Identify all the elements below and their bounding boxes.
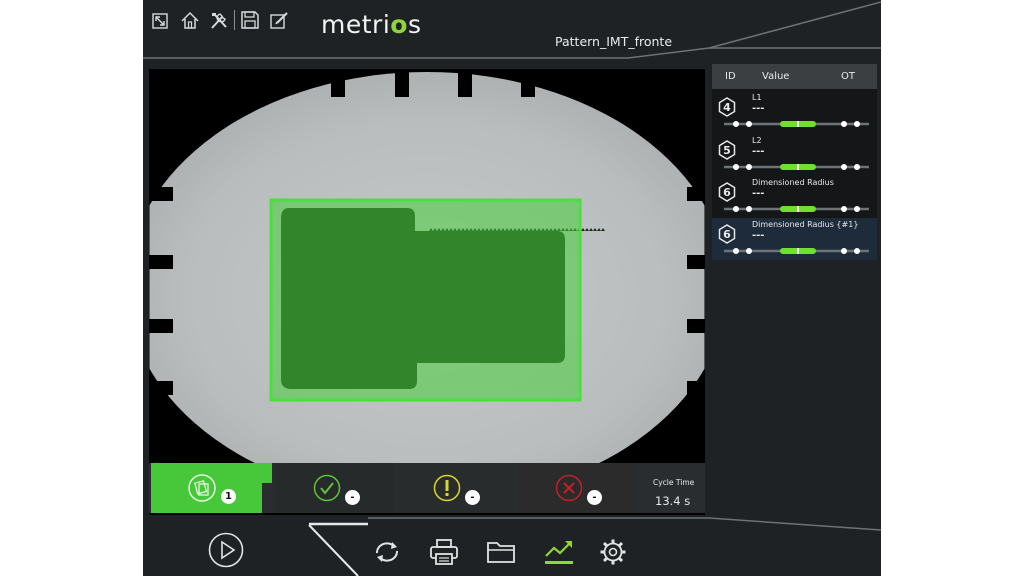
camera-view[interactable] — [149, 69, 705, 515]
measurement-name: Dimensioned Radius — [752, 178, 834, 187]
metrios-logo: metrios — [321, 10, 422, 39]
trend-icon — [545, 541, 573, 564]
id-hexagon-icon: 4 — [718, 97, 736, 117]
measurement-row-selected[interactable]: 6 Dimensioned Radius {#1} --- — [712, 218, 877, 260]
measurement-id: 4 — [723, 101, 731, 114]
measurement-value: --- — [752, 188, 765, 199]
cycle-time-value: 13.4 s — [655, 494, 691, 508]
measurement-id: 5 — [723, 144, 731, 157]
home-button[interactable] — [180, 11, 200, 30]
measurement-value: --- — [752, 146, 765, 157]
warning-icon — [433, 474, 461, 502]
save-button[interactable] — [240, 10, 260, 30]
fail-x-icon — [555, 474, 583, 502]
settings-button[interactable] — [599, 538, 627, 570]
cycle-icon — [376, 542, 398, 562]
measurement-value: --- — [752, 103, 765, 114]
tolerance-bar — [724, 248, 869, 254]
measurement-row[interactable]: 5 L2 --- — [712, 134, 877, 176]
cycle-mode-button[interactable] — [373, 539, 401, 569]
id-hexagon-icon: 6 — [718, 182, 736, 202]
tools-icon — [211, 13, 227, 29]
measurement-row[interactable]: 4 L1 --- — [712, 91, 877, 133]
status-bar: 1 - - - Cycle Time 13.4 s — [149, 463, 705, 513]
tolerance-bar — [724, 206, 869, 212]
project-title: Pattern_IMT_fronte — [555, 34, 673, 49]
parts-icon — [188, 474, 216, 502]
settings-icon — [600, 539, 626, 565]
measurement-name: L1 — [752, 93, 762, 102]
cycle-time-label: Cycle Time — [653, 478, 695, 487]
statistics-button[interactable] — [543, 537, 575, 571]
measurements-panel: ID Value OT 4 L1 --- 5 L2 --- 6 Dimensio… — [712, 64, 877, 260]
measurement-row[interactable]: 6 Dimensioned Radius --- — [712, 176, 877, 218]
parts-counter-tile[interactable]: 1 — [151, 463, 272, 513]
tools-button[interactable] — [209, 11, 229, 30]
parts-count-badge: 1 — [221, 489, 236, 504]
collapse-button[interactable] — [151, 12, 169, 30]
save-icon — [241, 11, 259, 29]
ok-check-icon — [313, 474, 341, 502]
warning-count-badge: - — [465, 490, 480, 505]
measurements-header: ID Value OT — [712, 64, 877, 89]
header-id: ID — [725, 71, 736, 82]
tolerance-bar — [724, 121, 869, 127]
measurement-id: 6 — [723, 186, 731, 199]
id-hexagon-icon: 6 — [718, 224, 736, 244]
id-hexagon-icon: 5 — [718, 140, 736, 160]
edit-icon — [270, 12, 288, 29]
bottom-navigation — [143, 522, 881, 576]
play-icon — [208, 532, 244, 568]
roi-overlay — [269, 198, 582, 402]
camera-image — [149, 69, 705, 515]
print-icon — [430, 539, 458, 565]
home-icon — [181, 11, 199, 29]
edit-button[interactable] — [269, 10, 289, 30]
run-button[interactable] — [208, 532, 244, 572]
metrios-app-window: metrios Pattern_IMT_fronte ID Value OT 4… — [143, 0, 881, 576]
folder-icon — [487, 542, 515, 563]
print-button[interactable] — [429, 538, 459, 570]
collapse-icon — [152, 13, 168, 29]
header-value: Value — [762, 71, 790, 82]
tile-notch — [262, 483, 272, 513]
fail-count-badge: - — [587, 490, 602, 505]
warning-counter-tile[interactable]: - — [397, 463, 515, 513]
ok-counter-tile[interactable]: - — [276, 463, 394, 513]
measurement-value: --- — [752, 230, 765, 241]
toolbar-divider — [234, 10, 235, 30]
measurement-name: Dimensioned Radius {#1} — [752, 220, 859, 229]
ok-count-badge: - — [345, 490, 360, 505]
fail-counter-tile[interactable]: - — [518, 463, 636, 513]
measurement-name: L2 — [752, 136, 762, 145]
header-ot: OT — [841, 71, 855, 82]
tolerance-bar — [724, 164, 869, 170]
measurement-id: 6 — [723, 228, 731, 241]
open-folder-button[interactable] — [486, 539, 516, 569]
